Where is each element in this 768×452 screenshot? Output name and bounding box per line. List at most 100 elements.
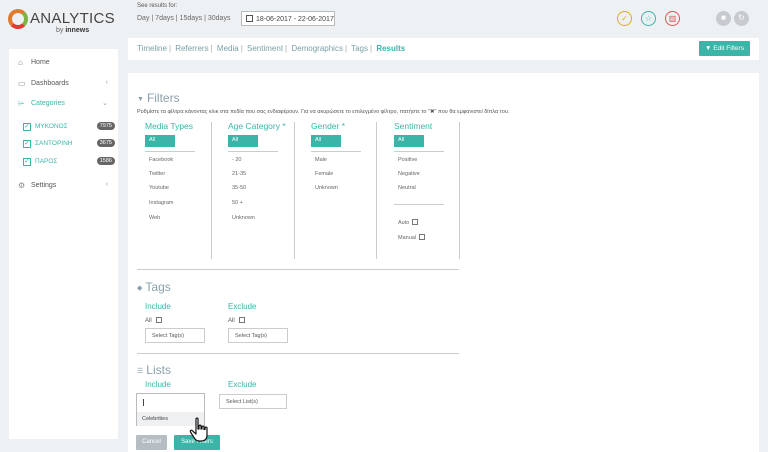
age-option[interactable]: 50 +	[232, 200, 243, 206]
logo-brand: ANALYTICS	[30, 10, 115, 27]
section-divider	[137, 269, 459, 270]
manual-checkbox[interactable]	[419, 234, 426, 240]
column-divider	[294, 122, 295, 259]
sentiment-manual-option[interactable]: Manual	[398, 234, 426, 241]
tags-include-all-checkbox[interactable]	[155, 317, 162, 323]
period-selector: Day | 7days | 15days | 30days	[137, 15, 231, 22]
dashboard-icon: ▭	[18, 79, 26, 88]
tags-include-all[interactable]: All	[145, 317, 162, 324]
analytics-logo[interactable]: ANALYTICS by innews	[8, 8, 118, 36]
column-divider	[376, 122, 377, 259]
lists-exclude-select[interactable]: Select List(s)	[219, 394, 287, 409]
period-day[interactable]: Day	[137, 15, 149, 22]
column-divider	[211, 122, 212, 259]
sentiment-option-negative[interactable]: Negative	[398, 171, 420, 177]
square-icon[interactable]: ■	[716, 11, 731, 26]
sidebar-item-label: Settings	[31, 182, 57, 189]
lists-exclude-label: Exclude	[228, 380, 257, 389]
period-30days[interactable]: 30days	[208, 15, 231, 22]
tab-results[interactable]: Results	[376, 44, 405, 53]
category-count-badge: 3675	[96, 139, 115, 147]
divider	[311, 151, 361, 152]
sentiment-option-neutral[interactable]: Neutral	[398, 185, 416, 191]
media-option-instagram[interactable]: Instagram	[149, 200, 173, 206]
tab-tags[interactable]: Tags	[351, 44, 368, 53]
tags-exclude-label: Exclude	[228, 302, 257, 311]
period-15days[interactable]: 15days	[180, 15, 203, 22]
list-icon: ☰	[137, 368, 144, 375]
check-icon[interactable]: ✓	[617, 11, 632, 26]
tags-include-select[interactable]: Select Tag(s)	[145, 328, 205, 343]
age-all-button[interactable]: All	[228, 135, 258, 147]
gender-option-unknown[interactable]: Unknown	[315, 185, 338, 191]
section-divider	[137, 353, 459, 354]
caret-down-icon: ▼	[137, 96, 144, 103]
tab-sentiment[interactable]: Sentiment	[247, 44, 283, 53]
tags-exclude-all-checkbox[interactable]	[238, 317, 245, 323]
age-option[interactable]: - 20	[232, 157, 241, 163]
funnel-icon: ▼	[705, 45, 712, 52]
sentiment-auto-option[interactable]: Auto	[398, 219, 419, 226]
tags-exclude-select[interactable]: Select Tag(s)	[228, 328, 288, 343]
cancel-button[interactable]: Cancel	[136, 435, 167, 450]
gender-option-female[interactable]: Female	[315, 171, 333, 177]
filters-description: Ρυθμίστε τα φίλτρα κάνοντας κλικ στα πεδ…	[137, 109, 510, 115]
gender-option-male[interactable]: Male	[315, 157, 327, 163]
media-types-column: Media Types All Facebook Twitter Youtube…	[145, 121, 195, 221]
home-icon: ⌂	[18, 58, 23, 67]
trash-icon[interactable]: ▥	[665, 11, 680, 26]
sentiment-all-button[interactable]: All	[394, 135, 424, 147]
sidebar-item-categories[interactable]: ⌲ Categories ⌄	[9, 97, 118, 111]
media-option-twitter[interactable]: Twitter	[149, 171, 165, 177]
text-caret	[143, 399, 144, 406]
tab-demographics[interactable]: Demographics	[291, 44, 343, 53]
age-option[interactable]: 35-50	[232, 185, 246, 191]
category-name: ΠΑΡΟΣ	[35, 158, 58, 165]
edit-filters-label: Edit Filters	[713, 45, 744, 52]
sidebar-item-settings[interactable]: ⚙ Settings ‹	[9, 179, 118, 193]
age-option[interactable]: Unknown	[232, 215, 255, 221]
chevron-left-icon: ‹	[105, 181, 108, 188]
see-results-label: See results for:	[137, 3, 178, 9]
filters-title: ▼ Filters	[137, 91, 180, 105]
media-option-facebook[interactable]: Facebook	[149, 157, 173, 163]
tag-icon: ◆	[137, 285, 143, 292]
checkbox-checked[interactable]: ✓	[23, 140, 31, 148]
date-range-picker[interactable]: 18-06-2017 - 22-06-2017	[241, 11, 335, 26]
gender-all-button[interactable]: All	[311, 135, 341, 147]
auto-checkbox[interactable]	[412, 219, 419, 225]
edit-filters-button[interactable]: ▼ Edit Filters	[699, 41, 750, 56]
divider	[394, 204, 444, 205]
tag-icon: ⌲	[18, 99, 25, 108]
checkbox-checked[interactable]: ✓	[23, 158, 31, 166]
category-item[interactable]: ✓ ΜΥΚΟΝΟΣ 7975	[23, 122, 115, 132]
tags-exclude-all[interactable]: All	[228, 317, 245, 324]
sentiment-column: Sentiment All Positive Negative Neutral …	[394, 121, 444, 241]
logo-byline: by innews	[56, 27, 90, 34]
sidebar-item-home[interactable]: ⌂ Home	[9, 56, 118, 70]
media-option-youtube[interactable]: Youtube	[149, 185, 169, 191]
divider	[228, 151, 278, 152]
media-option-web[interactable]: Web	[149, 215, 160, 221]
checkbox-checked[interactable]: ✓	[23, 123, 31, 131]
age-option[interactable]: 21-35	[232, 171, 246, 177]
refresh-icon[interactable]: ↻	[734, 11, 749, 26]
lists-title: ☰ Lists	[137, 363, 171, 377]
tab-media[interactable]: Media	[217, 44, 239, 53]
sidebar-item-dashboards[interactable]: ▭ Dashboards ‹	[9, 77, 118, 91]
logo-ring-icon	[8, 9, 28, 29]
hand-cursor-icon	[189, 417, 208, 442]
media-types-header: Media Types	[145, 121, 194, 131]
category-item[interactable]: ✓ ΠΑΡΟΣ 1586	[23, 157, 115, 167]
tab-timeline[interactable]: Timeline	[137, 44, 167, 53]
age-category-header: Age Category *	[228, 121, 286, 131]
gender-column: Gender * All Male Female Unknown	[311, 121, 361, 191]
gender-header: Gender *	[311, 121, 346, 131]
period-7days[interactable]: 7days	[155, 15, 174, 22]
star-icon[interactable]: ☆	[641, 11, 656, 26]
category-item[interactable]: ✓ ΣΑΝΤΟΡΙΝΗ 3675	[23, 139, 115, 149]
chevron-left-icon: ‹	[105, 79, 108, 86]
sentiment-option-positive[interactable]: Positive	[398, 157, 417, 163]
tab-referrers[interactable]: Referrers	[175, 44, 208, 53]
media-types-all-button[interactable]: All	[145, 135, 175, 147]
